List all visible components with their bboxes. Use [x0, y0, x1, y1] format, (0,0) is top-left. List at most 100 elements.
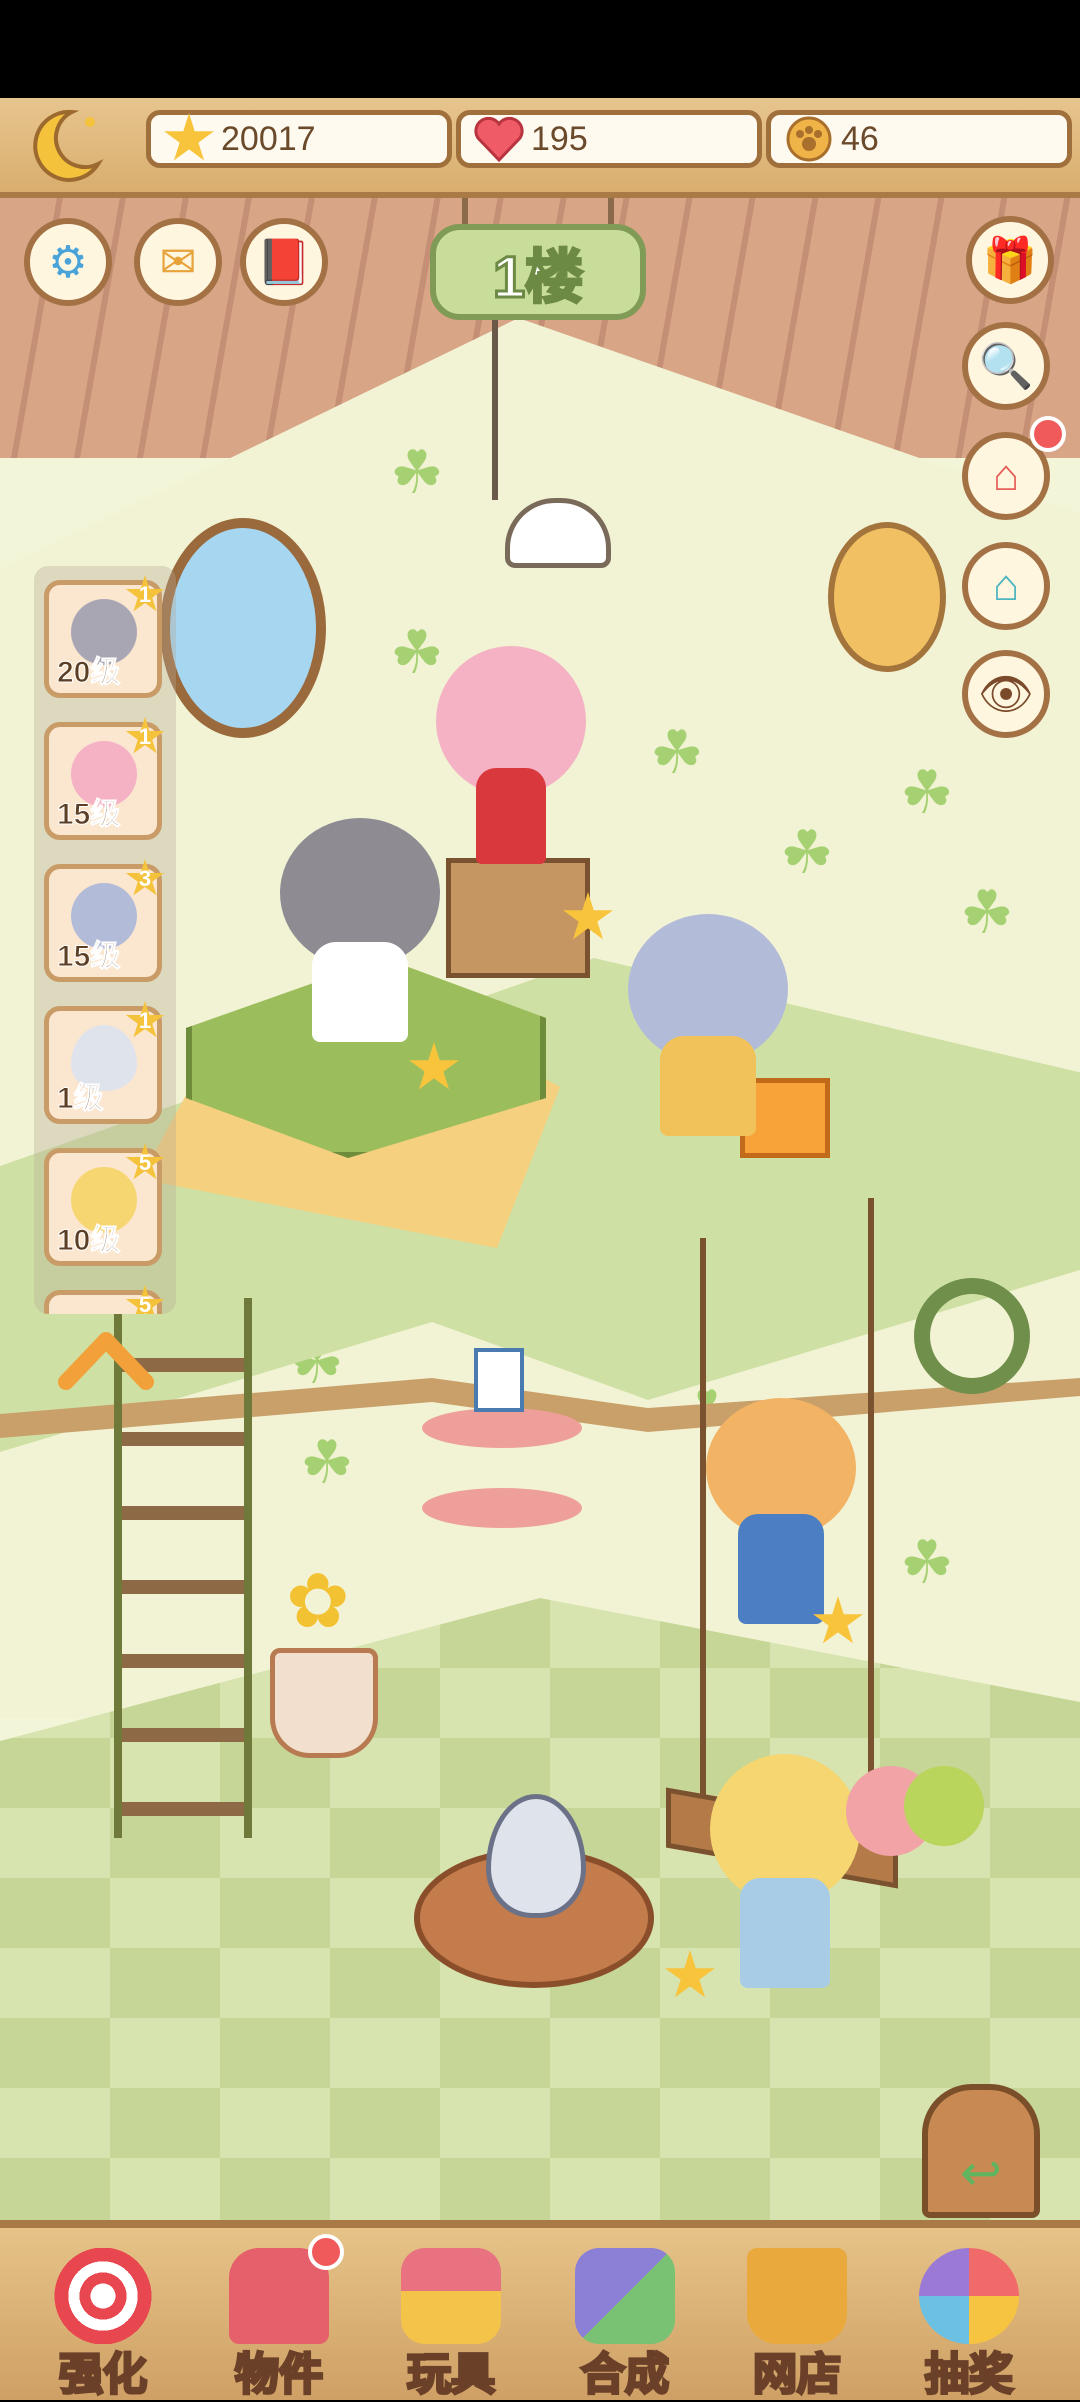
settings-button[interactable]: ⚙ [24, 218, 112, 306]
character-level: 10级 [56, 1224, 121, 1258]
candy-icon [53, 2248, 153, 2344]
social-house-icon: ⌂ [992, 561, 1020, 610]
floor-sign[interactable]: 1楼 [430, 224, 646, 320]
clover-decoration: ☘ [390, 439, 444, 506]
milk-carton[interactable] [474, 1348, 524, 1412]
blonde-girl-outfit [740, 1878, 830, 1988]
mouse-ear-girl-dress [660, 1036, 756, 1136]
nav-label: 强化 [58, 2349, 149, 2401]
green-yarn-ball[interactable] [904, 1766, 984, 1846]
mail-icon: ✉ [159, 237, 197, 287]
roster-card[interactable]: 5 10级 [44, 1143, 165, 1266]
wall-hat-decoration [828, 522, 946, 672]
home-icon: ⌂ [992, 451, 1020, 500]
clover-decoration: ☘ [900, 759, 954, 826]
nav-lottery[interactable]: 抽奖 [884, 2234, 1054, 2402]
gray-hair-girl-dress [312, 942, 408, 1042]
book-button[interactable]: 📕 [240, 218, 328, 306]
clover-decoration: ☘ [650, 719, 704, 786]
rank-badge-value: 5 [138, 1150, 152, 1175]
roster-card[interactable]: 3 15级 [44, 859, 165, 982]
nav-label: 合成 [580, 2349, 671, 2401]
flower-pot[interactable] [270, 1648, 378, 1758]
bottom-navigation: 强化 物件 玩具 合成 网店 抽奖 [0, 2220, 1080, 2402]
paw-coins-counter[interactable]: 46 [766, 110, 1072, 168]
pink-hair-girl-dress [476, 768, 546, 864]
exit-door-button[interactable]: ↩ [922, 2084, 1040, 2218]
cards-icon [575, 2248, 675, 2344]
nav-items[interactable]: 物件 [194, 2234, 364, 2402]
nav-shop[interactable]: 网店 [712, 2234, 882, 2402]
wheel-icon [919, 2248, 1019, 2344]
notification-dot [1030, 416, 1066, 452]
stars-counter[interactable]: 20017 [146, 110, 452, 168]
moon-icon[interactable] [28, 106, 104, 186]
nav-label: 玩具 [406, 2349, 497, 2401]
eye-icon: 👁 [978, 670, 1034, 719]
rank-badge-value: 5 [138, 1292, 152, 1314]
view-button[interactable]: 👁 [962, 650, 1050, 738]
status-bar [0, 0, 1080, 98]
gear-icon: ⚙ [48, 237, 88, 287]
nav-enhance[interactable]: 强化 [18, 2234, 188, 2402]
lamp-cord [492, 320, 498, 500]
rank-badge: 3 [125, 859, 165, 896]
book-icon: 📕 [256, 238, 312, 287]
paw-coins-value: 46 [841, 119, 879, 158]
oval-window [160, 518, 326, 738]
rank-badge: 5 [125, 1143, 165, 1180]
rank-badge: 1 [125, 575, 165, 612]
clover-decoration: ☘ [300, 1429, 354, 1496]
corner-shelf [422, 1408, 582, 1448]
heart-icon [471, 111, 527, 167]
social-house-button[interactable]: ⌂ [962, 542, 1050, 630]
room-scene[interactable]: ☘ ☘ ☘ ☘ ☘ ☘ ☘ ☘ ☘ ☘ 1楼 ⚙ ✉ 📕 🎁 🔍 ⌂ ⌂ 👁 [0, 198, 1080, 2220]
rank-badge: 5 [125, 1285, 165, 1314]
return-arrow-icon: ↩ [960, 2145, 1002, 2201]
roster-card[interactable]: 1 20级 [44, 575, 165, 698]
character-level: 15级 [56, 798, 121, 832]
hearts-value: 195 [531, 119, 588, 158]
nav-label: 物件 [234, 2349, 325, 2401]
nightstand[interactable] [446, 858, 590, 978]
nav-merge[interactable]: 合成 [540, 2234, 710, 2402]
rank-badge-value: 1 [138, 582, 152, 607]
floor-sign-label: 1楼 [491, 244, 584, 312]
paw-coin-icon [781, 111, 837, 167]
toy-house-icon [401, 2248, 501, 2344]
roster-card[interactable]: 5 [44, 1285, 165, 1314]
star-icon [161, 111, 217, 167]
wreath-decoration [914, 1278, 1030, 1394]
roster-card[interactable]: 1 15级 [44, 717, 165, 840]
character-level: 20级 [56, 656, 121, 690]
gift-icon: 🎁 [982, 236, 1038, 285]
character-level: 1级 [57, 1082, 105, 1116]
rank-badge: 1 [125, 717, 165, 754]
roster-card[interactable]: 1 1级 [44, 1001, 165, 1124]
notification-dot [308, 2234, 344, 2270]
swing-rope [700, 1238, 706, 1838]
character-roster[interactable]: 1 20级 1 15级 3 15级 1 1级 5 10级 5 [34, 566, 176, 1314]
search-button[interactable]: 🔍 [962, 322, 1050, 410]
character-level: 15级 [56, 940, 121, 974]
clover-decoration: ☘ [780, 819, 834, 886]
mail-button[interactable]: ✉ [134, 218, 222, 306]
gift-button[interactable]: 🎁 [966, 216, 1054, 304]
corner-shelf [422, 1488, 582, 1528]
nav-label: 网店 [752, 2349, 843, 2401]
flower-icon: ✿ [286, 1559, 350, 1644]
rank-badge-value: 1 [138, 724, 152, 749]
clover-decoration: ☘ [960, 879, 1014, 946]
basket-icon [747, 2248, 847, 2344]
resource-bar: 20017 195 46 [0, 98, 1080, 198]
clover-decoration: ☘ [900, 1529, 954, 1596]
rank-badge: 1 [125, 1001, 165, 1038]
swing-girl-overalls [738, 1514, 824, 1624]
hearts-counter[interactable]: 195 [456, 110, 762, 168]
rank-badge-value: 3 [138, 866, 152, 891]
rank-badge-value: 1 [138, 1008, 152, 1033]
stars-value: 20017 [221, 119, 316, 158]
floor-up-arrow-icon[interactable] [58, 1326, 154, 1396]
clover-decoration: ☘ [390, 619, 444, 686]
nav-toys[interactable]: 玩具 [366, 2234, 536, 2402]
